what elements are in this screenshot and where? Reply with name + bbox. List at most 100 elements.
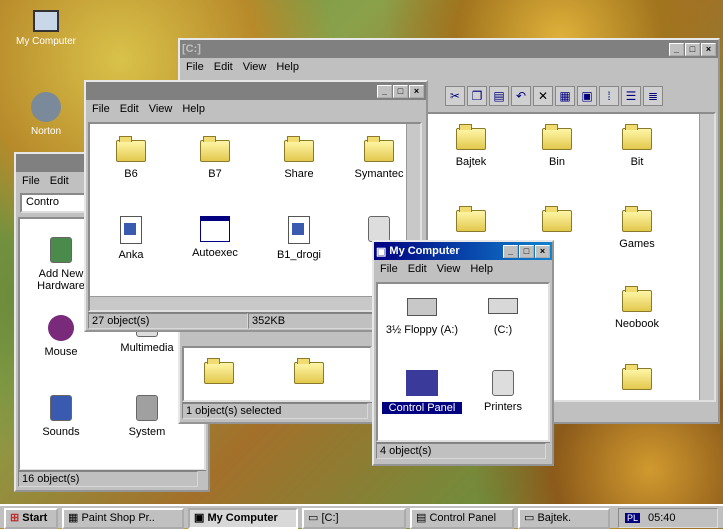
copy-icon[interactable]: ❐: [467, 86, 487, 106]
menu-help[interactable]: Help: [470, 263, 493, 276]
menu-help[interactable]: Help: [182, 103, 205, 116]
folder-item[interactable]: Bin: [522, 124, 592, 168]
close-button[interactable]: ×: [701, 42, 716, 56]
computer-icon: ▣: [376, 245, 387, 258]
folder-item[interactable]: B6: [96, 136, 166, 180]
vertical-scrollbar[interactable]: [699, 114, 714, 400]
undo-icon[interactable]: ↶: [511, 86, 531, 106]
minimize-button[interactable]: _: [377, 84, 392, 98]
toolbar: ✂ ❐ ▤ ↶ ✕ ▦ ▣ ⁞ ☰ ≣: [445, 86, 665, 106]
folder-item[interactable]: B7: [180, 136, 250, 180]
folder-icon: [406, 370, 438, 396]
settings-file-icon: [368, 216, 390, 242]
folder-item[interactable]: [436, 206, 506, 238]
title-bar[interactable]: [C:] _ □ ×: [180, 40, 718, 58]
status-bar: 4 object(s): [376, 442, 550, 460]
folder-item[interactable]: [184, 358, 254, 390]
folder-item[interactable]: Neobook: [602, 286, 672, 330]
status-text: 1 object(s) selected: [182, 403, 368, 419]
menu-file[interactable]: File: [92, 103, 110, 116]
close-button[interactable]: ×: [535, 244, 550, 258]
folder-item[interactable]: Bit: [602, 124, 672, 168]
delete-icon[interactable]: ✕: [533, 86, 553, 106]
folder-icon: [294, 358, 324, 384]
lower-pane: [182, 346, 372, 402]
desktop-icon-my-computer[interactable]: My Computer: [14, 10, 78, 47]
folder-icon: [622, 364, 652, 390]
system-item[interactable]: System: [112, 395, 182, 438]
menu-edit[interactable]: Edit: [408, 263, 427, 276]
paint-shop-icon: ▦: [68, 512, 79, 524]
desktop-icon-norton[interactable]: Norton: [14, 92, 78, 137]
menu-bar: File Edit View Help: [374, 260, 552, 279]
horizontal-scrollbar[interactable]: [90, 296, 406, 310]
status-bar: 16 object(s): [18, 470, 206, 488]
system-icon: [136, 395, 158, 421]
menu-file[interactable]: File: [22, 175, 40, 188]
menu-bar: File Edit View Help: [86, 100, 426, 119]
menu-bar: File Edit View Help: [180, 58, 718, 77]
language-indicator[interactable]: PL: [625, 513, 641, 523]
floppy-drive-item[interactable]: 3½ Floppy (A:): [382, 298, 462, 336]
maximize-button[interactable]: □: [519, 244, 534, 258]
details-icon[interactable]: ≣: [643, 86, 663, 106]
list-icon[interactable]: ☰: [621, 86, 641, 106]
small-icons-icon[interactable]: ⁞: [599, 86, 619, 106]
folder-item[interactable]: Games: [602, 206, 672, 250]
folder-icon: [542, 206, 572, 232]
folder-item[interactable]: [274, 358, 344, 390]
floppy-drive-icon: [407, 298, 437, 316]
close-button[interactable]: ×: [409, 84, 424, 98]
start-button[interactable]: ⊞ Start: [4, 508, 58, 529]
taskbar-item-my-computer[interactable]: ▣ My Computer: [188, 508, 298, 529]
folder-icon: [284, 136, 314, 162]
taskbar-item-control-panel[interactable]: ▤ Control Panel: [410, 508, 514, 529]
file-item[interactable]: Anka: [96, 216, 166, 261]
my-computer-window: ▣ My Computer _ □ × File Edit View Help 3½ …: [372, 240, 554, 466]
printers-item[interactable]: Printers: [468, 370, 538, 413]
folder-icon: [200, 136, 230, 162]
cut-icon[interactable]: ✂: [445, 86, 465, 106]
desktop-icon-label: Norton: [30, 126, 61, 137]
large-icons-icon[interactable]: ▣: [577, 86, 597, 106]
paste-icon[interactable]: ▤: [489, 86, 509, 106]
sounds-item[interactable]: Sounds: [26, 395, 96, 438]
menu-file[interactable]: File: [380, 263, 398, 276]
folder-item[interactable]: [602, 364, 672, 396]
properties-icon[interactable]: ▦: [555, 86, 575, 106]
menu-view[interactable]: View: [437, 263, 461, 276]
sounds-icon: [50, 395, 72, 421]
taskbar-item-bajtek[interactable]: ▭ Bajtek.: [518, 508, 610, 529]
maximize-button[interactable]: □: [685, 42, 700, 56]
status-bar: 1 object(s) selected: [182, 402, 372, 420]
menu-view[interactable]: View: [149, 103, 173, 116]
menu-help[interactable]: Help: [276, 61, 299, 74]
folder-icon: [204, 358, 234, 384]
printer-icon: [492, 370, 514, 396]
menu-edit[interactable]: Edit: [214, 61, 233, 74]
folder-item[interactable]: [522, 206, 592, 238]
file-item[interactable]: Autoexec: [180, 216, 250, 259]
menu-edit[interactable]: Edit: [120, 103, 139, 116]
folder-item[interactable]: Symantec: [344, 136, 414, 180]
menu-edit[interactable]: Edit: [50, 175, 69, 188]
folder-item[interactable]: Share: [264, 136, 334, 180]
title-bar[interactable]: ▣ My Computer _ □ ×: [374, 242, 552, 260]
taskbar-item-c-drive[interactable]: ▭ [C:]: [302, 508, 406, 529]
clock[interactable]: 05:40: [648, 512, 676, 524]
c-drive-item[interactable]: (C:): [468, 298, 538, 336]
taskbar-item-paint-shop[interactable]: ▦ Paint Shop Pr..: [62, 508, 184, 529]
folder-item[interactable]: Bajtek: [436, 124, 506, 168]
document-icon: [120, 216, 142, 244]
title-bar[interactable]: _ □ ×: [86, 82, 426, 100]
minimize-button[interactable]: _: [669, 42, 684, 56]
folder-icon: [622, 286, 652, 312]
menu-view[interactable]: View: [243, 61, 267, 74]
maximize-button[interactable]: □: [393, 84, 408, 98]
menu-file[interactable]: File: [186, 61, 204, 74]
control-panel-item[interactable]: Control Panel: [382, 370, 462, 414]
status-text: 16 object(s): [18, 471, 198, 487]
control-panel-icon: ▤: [416, 512, 427, 524]
minimize-button[interactable]: _: [503, 244, 518, 258]
file-item[interactable]: B1_drogi: [264, 216, 334, 261]
